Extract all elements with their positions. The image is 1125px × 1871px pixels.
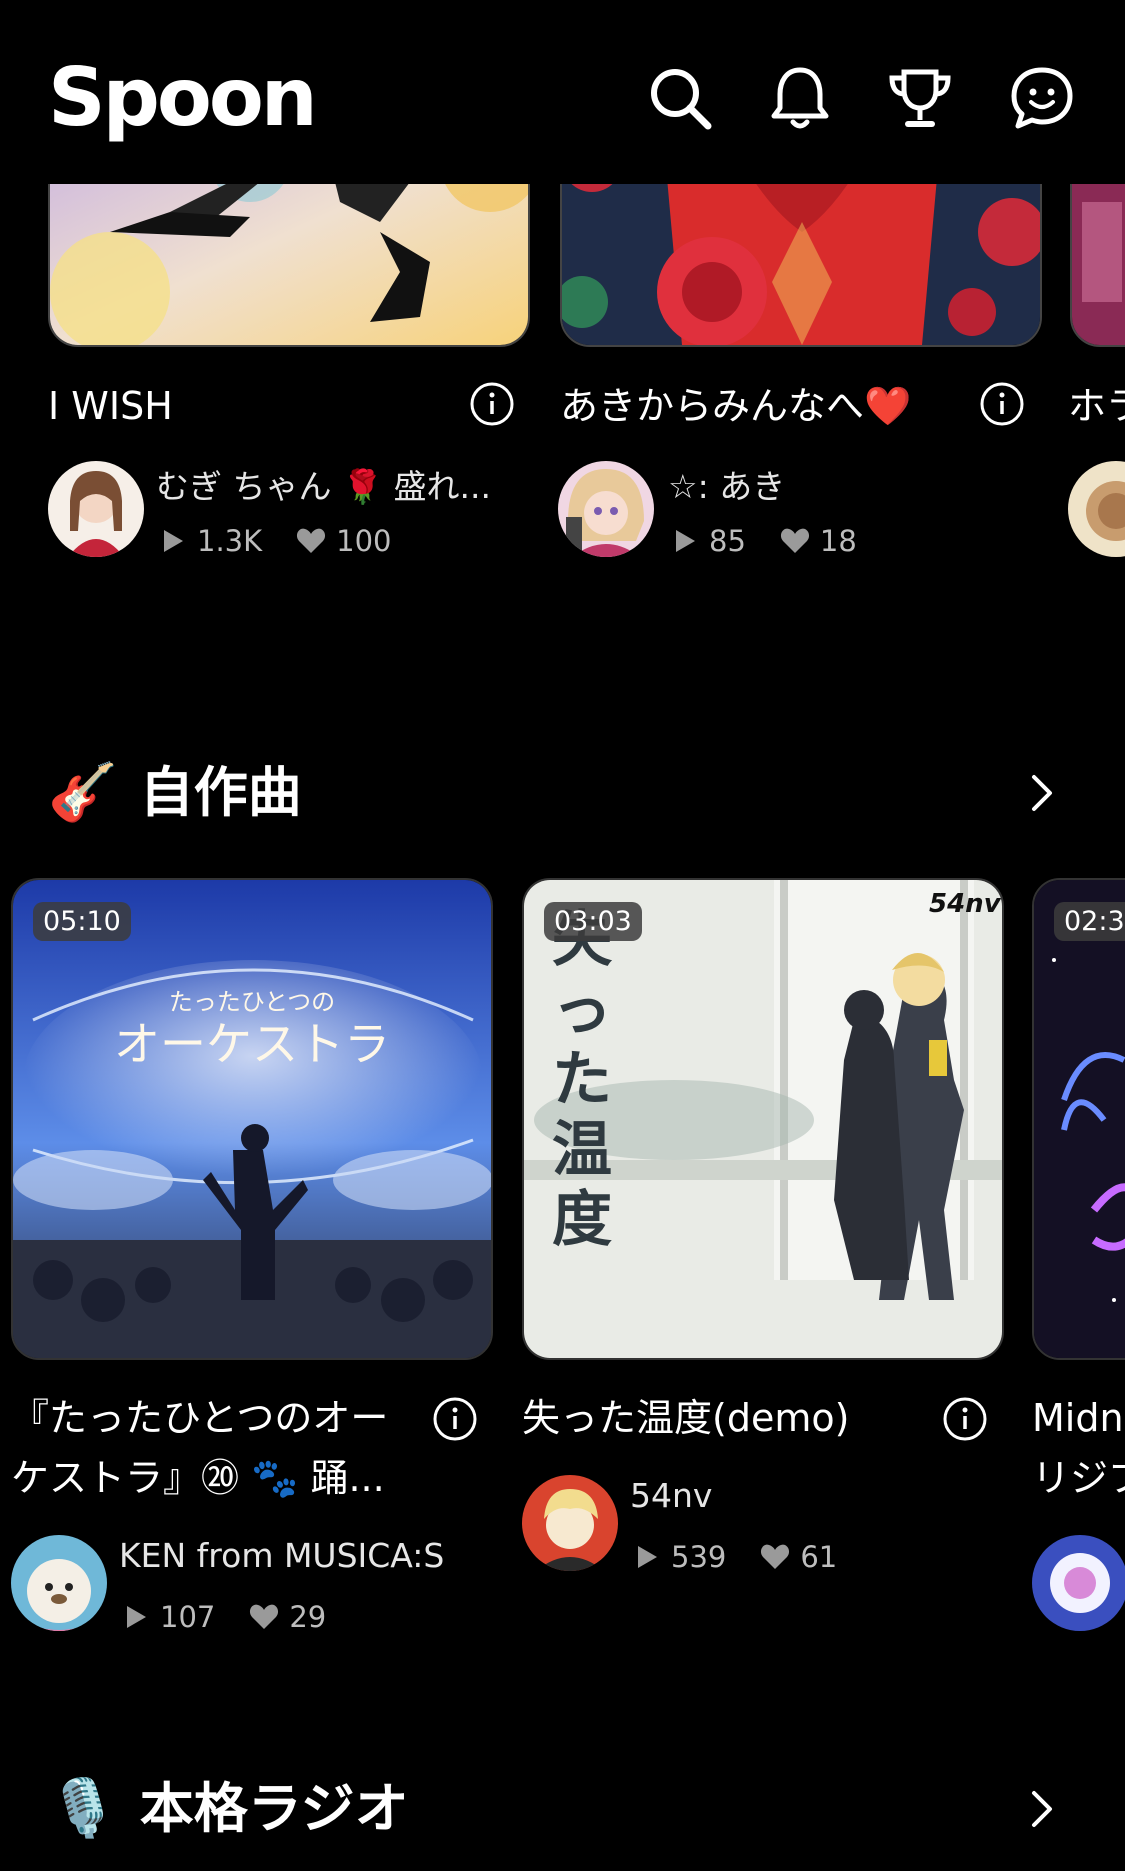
info-icon[interactable] [432,1396,478,1442]
bell-icon[interactable] [762,60,838,136]
song-title[interactable]: 失った温度(demo) [522,1388,849,1448]
artwork-text: 度 [552,1185,612,1255]
cast-title[interactable]: ホラ [1068,381,1125,431]
heart-icon [761,1544,790,1569]
like-count: 61 [800,1540,838,1574]
section-title: 本格ラジオ [139,1777,409,1840]
play-count-icon [164,530,183,552]
section-header-songs[interactable]: 🎸 自作曲 [48,758,302,828]
song-thumbnail[interactable]: 02:3 [1032,878,1125,1360]
info-icon[interactable] [979,381,1025,427]
song-stats: 539 61 [638,1540,837,1574]
artwork-text: 温 [552,1115,612,1185]
author-name[interactable]: KEN from MUSICA:S [119,1536,444,1575]
avatar[interactable] [522,1475,618,1571]
artwork-text: オーケストラ [114,1017,390,1071]
artwork-text: た [552,1045,612,1115]
author-name[interactable]: ☆: あき [668,460,785,508]
chevron-right-icon[interactable] [1022,1789,1062,1829]
artwork-text: っ [552,975,612,1045]
like-count: 100 [336,524,392,558]
play-count: 1.3K [197,524,263,558]
avatar[interactable] [1068,461,1125,557]
avatar[interactable] [11,1535,107,1631]
artwork-brand: 54nv [929,889,1002,919]
section-header-radio[interactable]: 🎙️ 本格ラジオ [48,1774,409,1844]
song-title[interactable]: Midn リジブ [1032,1388,1125,1508]
play-count: 539 [671,1540,727,1574]
song-thumbnail[interactable]: 失 っ た 温 度 54nv 03:03 [522,878,1004,1360]
like-count: 29 [289,1600,327,1634]
play-count: 107 [160,1600,216,1634]
chevron-right-icon[interactable] [1022,773,1062,813]
song-title[interactable]: 『たったひとつのオー ケストラ』⑳ 🐾 踊... [11,1388,431,1508]
heart-icon [780,528,809,553]
like-count: 18 [819,524,857,558]
duration-badge: 03:03 [544,902,642,941]
heart-icon [250,1604,279,1629]
trophy-icon[interactable] [882,60,958,136]
song-stats: 107 29 [127,1600,326,1634]
author-name[interactable]: むぎ ちゃん 🌹 盛れ... [156,460,491,508]
info-icon[interactable] [942,1396,988,1442]
heart-icon [297,528,326,553]
duration-badge: 02:3 [1054,902,1125,941]
song-thumbnail[interactable]: たったひとつの オーケストラ 05:10 [11,878,493,1360]
top-header: Spoon [0,0,1125,184]
duration-badge: 05:10 [33,902,131,941]
artwork-text: たったひとつの [169,988,335,1016]
cast-title[interactable]: I WISH [48,381,173,431]
cast-stats: 85 18 [676,524,857,558]
microphone-icon: 🎙️ [48,1776,118,1841]
guitar-icon: 🎸 [48,760,118,825]
chat-icon[interactable] [1004,60,1080,136]
cast-title[interactable]: あきからみんなへ❤️ [560,381,911,431]
avatar[interactable] [48,461,144,557]
spoon-logo[interactable]: Spoon [48,50,318,146]
info-icon[interactable] [469,381,515,427]
avatar[interactable] [1032,1535,1125,1631]
author-name[interactable]: 54nv [630,1476,712,1515]
cast-stats: 1.3K 100 [164,524,392,558]
play-count-icon [676,530,695,552]
avatar[interactable] [558,461,654,557]
search-icon[interactable] [642,60,718,136]
play-count-icon [127,1606,146,1628]
play-count: 85 [709,524,746,558]
section-title: 自作曲 [139,761,302,824]
play-count-icon [638,1546,657,1568]
